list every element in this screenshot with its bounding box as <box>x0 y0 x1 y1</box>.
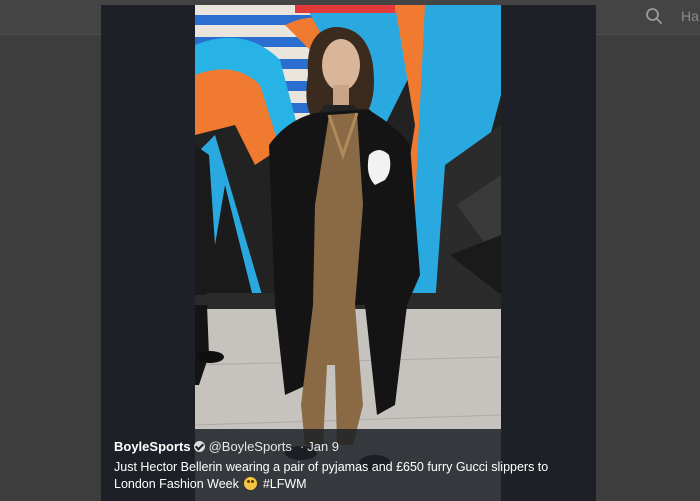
search-placeholder-text[interactable]: Ha <box>681 8 699 24</box>
verified-badge-icon <box>193 441 205 452</box>
street-photo-image <box>195 5 501 501</box>
author-name[interactable]: BoyleSports <box>114 439 191 454</box>
media-lightbox: BoyleSports @BoyleSports · Jan 9 Just He… <box>101 5 596 501</box>
tweet-photo[interactable] <box>195 5 501 501</box>
author-handle[interactable]: @BoyleSports <box>209 439 292 454</box>
tweet-caption: BoyleSports @BoyleSports · Jan 9 Just He… <box>101 429 596 501</box>
search-icon[interactable] <box>645 7 663 25</box>
tweet-text: Just Hector Bellerin wearing a pair of p… <box>114 460 549 491</box>
tweet-text-block: Just Hector Bellerin wearing a pair of p… <box>114 459 584 493</box>
flushed-face-emoji-icon <box>244 477 258 490</box>
tweet-header: BoyleSports @BoyleSports · Jan 9 <box>114 439 339 454</box>
hashtag-link[interactable]: #LFWM <box>263 477 307 491</box>
separator-dot: · <box>299 439 305 454</box>
tweet-date[interactable]: Jan 9 <box>307 439 339 454</box>
